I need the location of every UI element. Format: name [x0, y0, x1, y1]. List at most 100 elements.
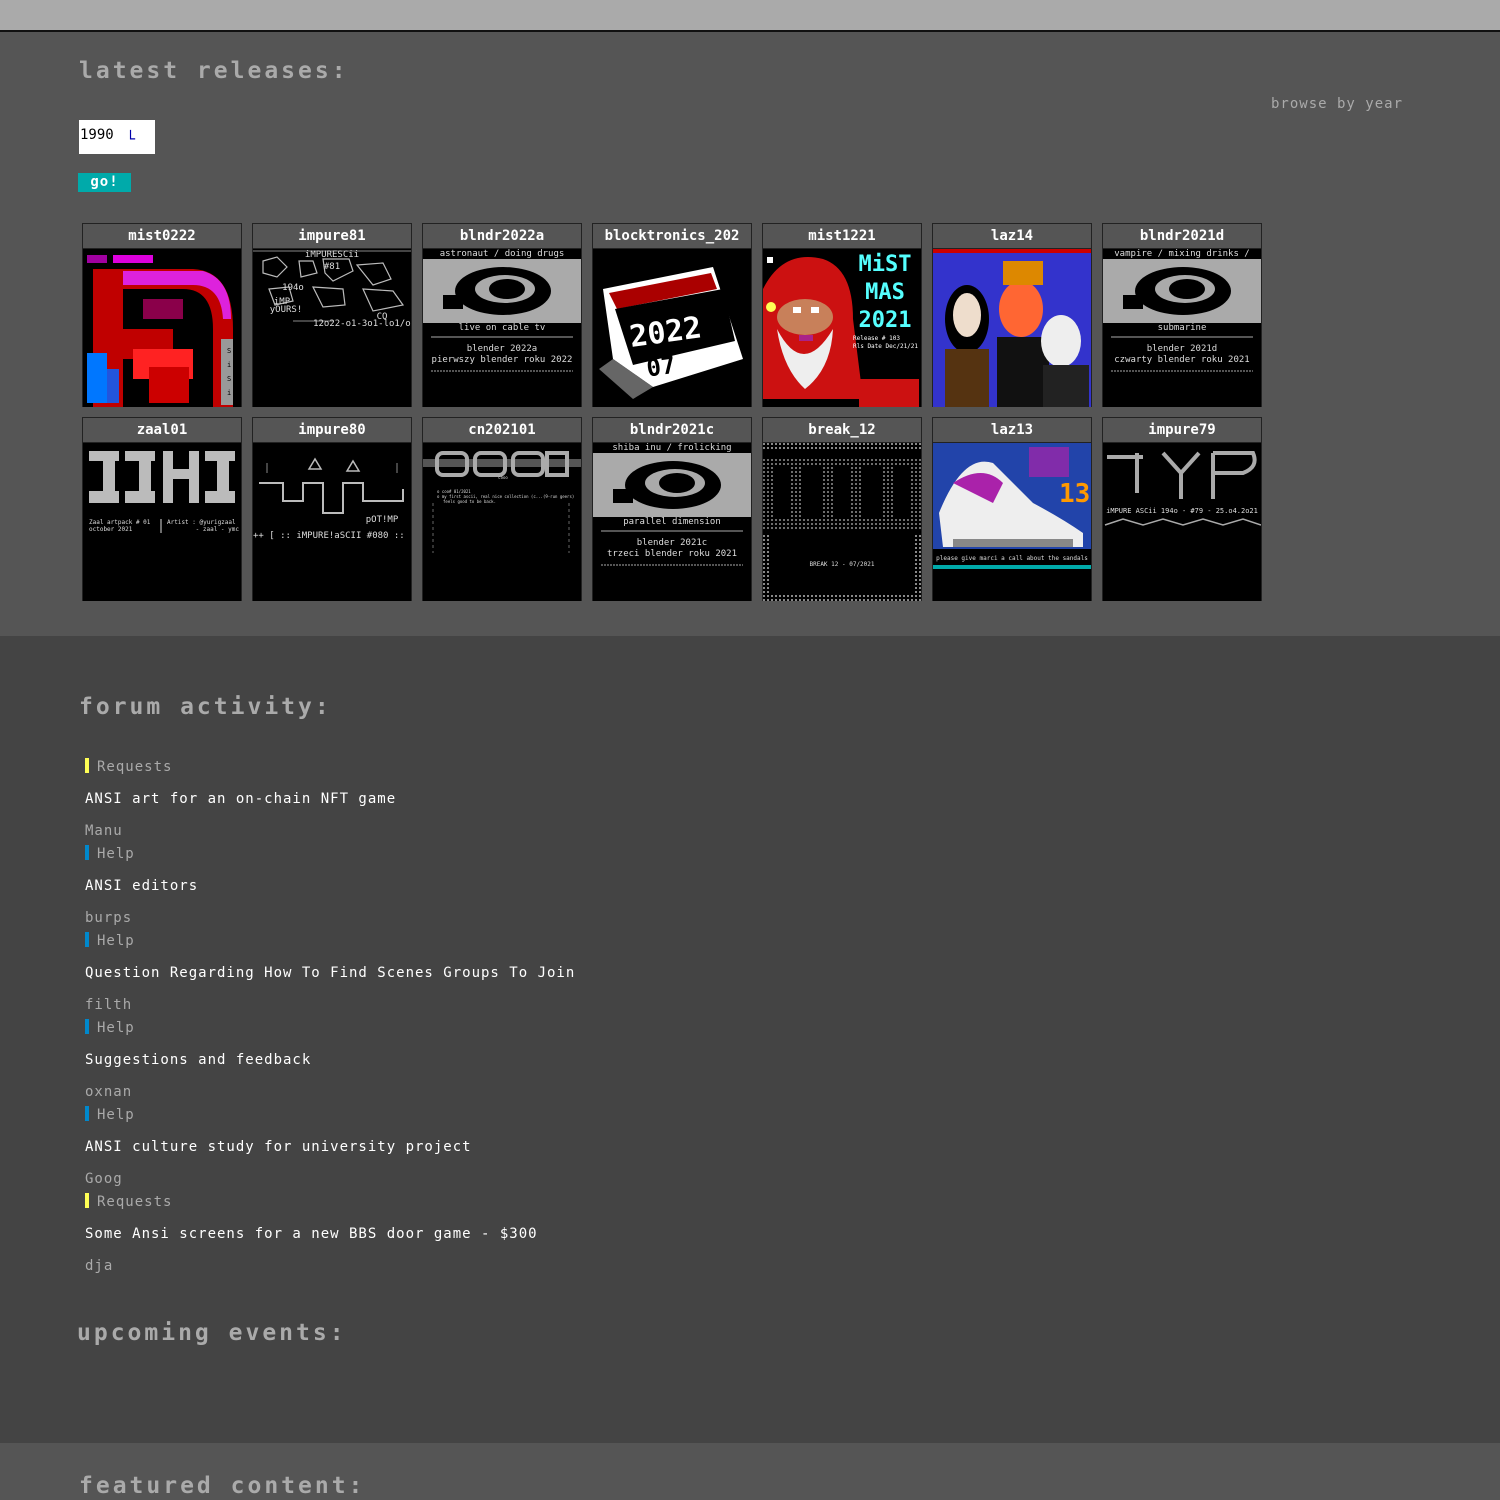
release-caption: MiST	[858, 252, 912, 277]
release-caption: BREAK 12 - 07/2021	[809, 561, 875, 568]
category-marker	[85, 1106, 89, 1121]
forum-category[interactable]: Help	[85, 844, 135, 862]
release-caption: blender 2022a	[466, 344, 538, 354]
year-select[interactable]: 1990 └	[79, 120, 155, 154]
release-name: mist1221	[763, 224, 921, 249]
release-artwork: astronaut / doing drugs live on cable tv…	[423, 249, 581, 407]
release-caption: Artist : @yurigzaal -	[167, 519, 239, 526]
release-caption: 2021	[858, 308, 912, 333]
release-artwork: shiba inu / frolicking parallel dimensio…	[593, 443, 751, 601]
forum-thread-title[interactable]: ANSI art for an on-chain NFT game	[85, 791, 396, 807]
year-select-value: 1990	[80, 127, 114, 143]
upcoming-events-heading: upcoming events:	[77, 1320, 347, 1346]
forum-thread-title[interactable]: Question Regarding How To Find Scenes Gr…	[85, 965, 575, 981]
release-tile-blndr2021c[interactable]: blndr2021c shiba inu / frolicking parall…	[592, 417, 752, 601]
forum-thread-title[interactable]: ANSI culture study for university projec…	[85, 1139, 472, 1155]
release-caption: blender 2021d	[1146, 344, 1218, 354]
browse-by-year-label: browse by year	[1271, 96, 1404, 112]
release-caption: pierwszy blender roku 2022	[431, 355, 573, 365]
release-caption: #81	[323, 262, 341, 272]
release-caption: czwarty blender roku 2021	[1114, 355, 1250, 365]
release-tile-impure79[interactable]: impure79 iMPURE ASCii 194o - #79 - 25.o4…	[1102, 417, 1262, 601]
forum-item: Help Suggestions and feedback oxnan	[85, 1018, 985, 1105]
forum-item: Requests Some Ansi screens for a new BBS…	[85, 1192, 985, 1279]
category-marker	[85, 845, 89, 860]
release-caption: vampire / mixing drinks /	[1114, 249, 1250, 259]
latest-releases-heading: latest releases:	[79, 58, 349, 84]
forum-item: Requests ANSI art for an on-chain NFT ga…	[85, 757, 985, 844]
release-caption: Release # 103	[853, 335, 900, 342]
release-caption: astronaut / doing drugs	[439, 249, 565, 259]
release-caption: october 2021	[89, 526, 133, 533]
release-tile-blndr2021d[interactable]: blndr2021d vampire / mixing drinks / sub…	[1102, 223, 1262, 407]
release-tile-mist0222[interactable]: mist0222 S i S i	[82, 223, 242, 407]
forum-username[interactable]: dja	[85, 1258, 113, 1274]
forum-thread-title[interactable]: Some Ansi screens for a new BBS door gam…	[85, 1226, 538, 1242]
release-tile-break12[interactable]: break_12 BREAK 12 - 07/2021	[762, 417, 922, 601]
release-caption: 12o22-o1-3o1-lo1/o13-	[313, 319, 411, 329]
release-name: cn202101	[423, 418, 581, 443]
release-caption: shiba inu / frolicking	[612, 443, 732, 453]
forum-category[interactable]: Help	[85, 1018, 135, 1036]
svg-text:07: 07	[645, 351, 678, 383]
release-caption: pOT!MP	[365, 515, 399, 525]
forum-username[interactable]: Manu	[85, 823, 123, 839]
release-name: blocktronics_202	[593, 224, 751, 249]
featured-content-heading: featured content:	[79, 1473, 366, 1499]
forum-category[interactable]: Requests	[85, 757, 172, 775]
forum-activity-list: Requests ANSI art for an on-chain NFT ga…	[85, 757, 985, 1279]
release-caption: cooo	[498, 475, 508, 480]
release-caption: iMPURE ASCii 194o - #79 - 25.o4.2o21	[1106, 507, 1258, 515]
release-artwork: S i S i	[83, 249, 241, 407]
release-name: laz14	[933, 224, 1091, 249]
forum-thread-title[interactable]: ANSI editors	[85, 878, 198, 894]
release-tile-mist1221[interactable]: mist1221 MiST MAS 2021 Release # 103 Rls…	[762, 223, 922, 407]
release-tile-laz14[interactable]: laz14	[932, 223, 1092, 407]
release-caption: - zaal - ymc	[195, 526, 239, 533]
release-name: break_12	[763, 418, 921, 443]
release-caption: submarine	[1157, 323, 1207, 333]
release-name: blndr2021d	[1103, 224, 1261, 249]
release-tile-blndr2022a[interactable]: blndr2022a astronaut / doing drugs live …	[422, 223, 582, 407]
svg-text:i: i	[227, 361, 231, 369]
release-caption: ++ [ :: iMPURE!aSCII #080 :: ] ++	[253, 531, 411, 541]
forum-username[interactable]: filth	[85, 997, 132, 1013]
release-artwork: MiST MAS 2021 Release # 103 Rls Date Dec…	[763, 249, 921, 407]
forum-category[interactable]: Requests	[85, 1192, 172, 1210]
forum-item: Help ANSI culture study for university p…	[85, 1105, 985, 1192]
forum-activity-heading: forum activity:	[79, 694, 332, 720]
release-name: blndr2022a	[423, 224, 581, 249]
release-artwork	[933, 249, 1091, 407]
release-tile-cn202101[interactable]: cn202101 o coo# 01/2021 o my first ascii…	[422, 417, 582, 601]
release-tile-impure81[interactable]: impure81 iMPURESCii #81 194o iMP yOURS! …	[252, 223, 412, 407]
forum-username[interactable]: Goog	[85, 1171, 123, 1187]
go-button[interactable]: go!	[78, 173, 131, 192]
release-name: impure80	[253, 418, 411, 443]
forum-thread-title[interactable]: Suggestions and feedback	[85, 1052, 311, 1068]
category-marker	[85, 932, 89, 947]
top-bar	[0, 0, 1500, 32]
release-tile-zaal01[interactable]: zaal01 Zaal artpack # 01 october 2021 Ar…	[82, 417, 242, 601]
release-name: impure79	[1103, 418, 1261, 443]
release-artwork: iMPURE ASCii 194o - #79 - 25.o4.2o21	[1103, 443, 1261, 601]
release-tile-impure80[interactable]: impure80 pOT!MP ++ [ :: iMPURE!aSCII #08…	[252, 417, 412, 601]
release-caption: MAS	[865, 280, 905, 305]
release-caption: blender 2021c	[636, 538, 708, 548]
forum-category[interactable]: Help	[85, 931, 135, 949]
release-tile-laz13[interactable]: laz13 13 please give marci a call about …	[932, 417, 1092, 601]
release-caption: 13	[1059, 479, 1091, 509]
release-tile-blocktronics[interactable]: blocktronics_202 2022 07	[592, 223, 752, 407]
release-caption: live on cable tv	[458, 323, 546, 333]
category-marker	[85, 1193, 89, 1208]
release-artwork: iMPURESCii #81 194o iMP yOURS! CO 12o22-…	[253, 249, 411, 407]
forum-category[interactable]: Help	[85, 1105, 135, 1123]
release-name: blndr2021c	[593, 418, 751, 443]
forum-username[interactable]: burps	[85, 910, 132, 926]
release-artwork: Zaal artpack # 01 october 2021 Artist : …	[83, 443, 241, 601]
forum-item: Help ANSI editors burps	[85, 844, 985, 931]
release-artwork: vampire / mixing drinks / submarine blen…	[1103, 249, 1261, 407]
release-caption: parallel dimension	[623, 517, 721, 527]
forum-username[interactable]: oxnan	[85, 1084, 132, 1100]
release-caption: iMPURESCii	[304, 250, 360, 260]
release-name: impure81	[253, 224, 411, 249]
